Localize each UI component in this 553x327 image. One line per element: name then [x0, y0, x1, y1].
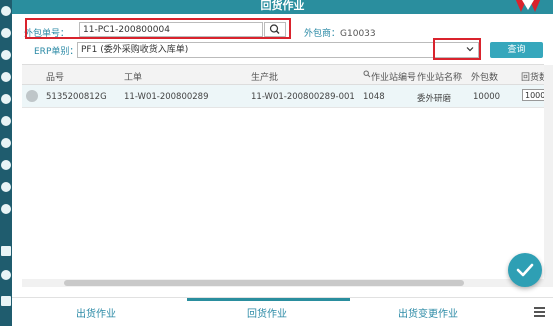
table-header: 品号 工单 生产批 作业站编号 作业站名称 外包数 回货数 [22, 65, 548, 85]
table-row[interactable]: 5135200812G 11-W01-200800289 11-W01-2008… [22, 85, 546, 108]
supplier-label: 外包商： [304, 29, 341, 39]
supplier-value: G10033 [340, 29, 376, 39]
erp-type-select[interactable]: PF1 (委外采购收货入库单) [77, 42, 479, 58]
column-header-outsource-qty[interactable]: 外包数 [471, 70, 498, 83]
home-icon[interactable] [1, 6, 11, 16]
logout-icon[interactable] [1, 296, 11, 306]
user-icon[interactable] [1, 182, 11, 192]
bottom-tab-bar: 出货作业 回货作业 出货变更作业 [12, 297, 553, 327]
active-tab-indicator [187, 298, 350, 301]
settings-icon[interactable] [1, 94, 11, 104]
list-icon[interactable] [1, 72, 11, 82]
globe-icon[interactable] [1, 50, 11, 60]
left-sidebar [0, 0, 12, 326]
cell-work-order: 11-W01-200800289 [124, 92, 209, 102]
mail-icon[interactable] [1, 246, 11, 256]
tab-shipping-change[interactable]: 出货变更作业 [398, 305, 458, 320]
add-icon[interactable] [1, 28, 11, 38]
column-header-item-no[interactable]: 品号 [46, 70, 64, 83]
erp-type-label: ERP单别： [34, 47, 79, 57]
chart-icon[interactable] [1, 116, 11, 126]
dropdown-highlight-box [433, 38, 481, 60]
supplier-info: 外包商：G10033 [304, 26, 376, 39]
cell-lot: 11-W01-200800289-001 [251, 92, 355, 102]
brand-logo-icon [515, 0, 541, 12]
column-header-station-no[interactable]: 作业站编号 [371, 70, 416, 83]
filter-search-icon[interactable] [363, 70, 371, 78]
vertical-scrollbar[interactable] [544, 65, 553, 287]
row-check-icon[interactable] [26, 90, 38, 102]
return-table: 品号 工单 生产批 作业站编号 作业站名称 外包数 回货数 5135200812… [22, 64, 553, 287]
column-header-station-name[interactable]: 作业站名称 [417, 70, 462, 83]
page-title: 回货作业 [260, 0, 305, 12]
gear-icon[interactable] [1, 270, 11, 280]
horizontal-scroll-thumb[interactable] [64, 280, 464, 286]
search-icon[interactable] [1, 138, 11, 148]
return-qty-input[interactable]: 10000 [522, 89, 546, 101]
info-icon[interactable] [1, 204, 11, 214]
tools-icon[interactable] [1, 160, 11, 170]
header-bar: 回货作业 [12, 0, 553, 14]
package-highlight-box [25, 18, 291, 39]
column-header-work-order[interactable]: 工单 [124, 70, 142, 83]
query-button[interactable]: 查询 [490, 42, 543, 58]
tab-returning[interactable]: 回货作业 [247, 305, 287, 320]
horizontal-scrollbar[interactable] [22, 279, 544, 287]
cell-station-name: 委外研磨 [417, 94, 452, 104]
hamburger-menu-icon[interactable] [534, 307, 545, 317]
checkmark-icon [516, 263, 534, 277]
cell-item-no: 5135200812G [46, 92, 107, 102]
confirm-fab-button[interactable] [508, 253, 542, 287]
tab-shipping[interactable]: 出货作业 [76, 305, 116, 320]
cell-station-no: 1048 [363, 92, 385, 102]
cell-outsource-qty: 10000 [473, 92, 501, 102]
column-header-lot[interactable]: 生产批 [251, 70, 278, 83]
